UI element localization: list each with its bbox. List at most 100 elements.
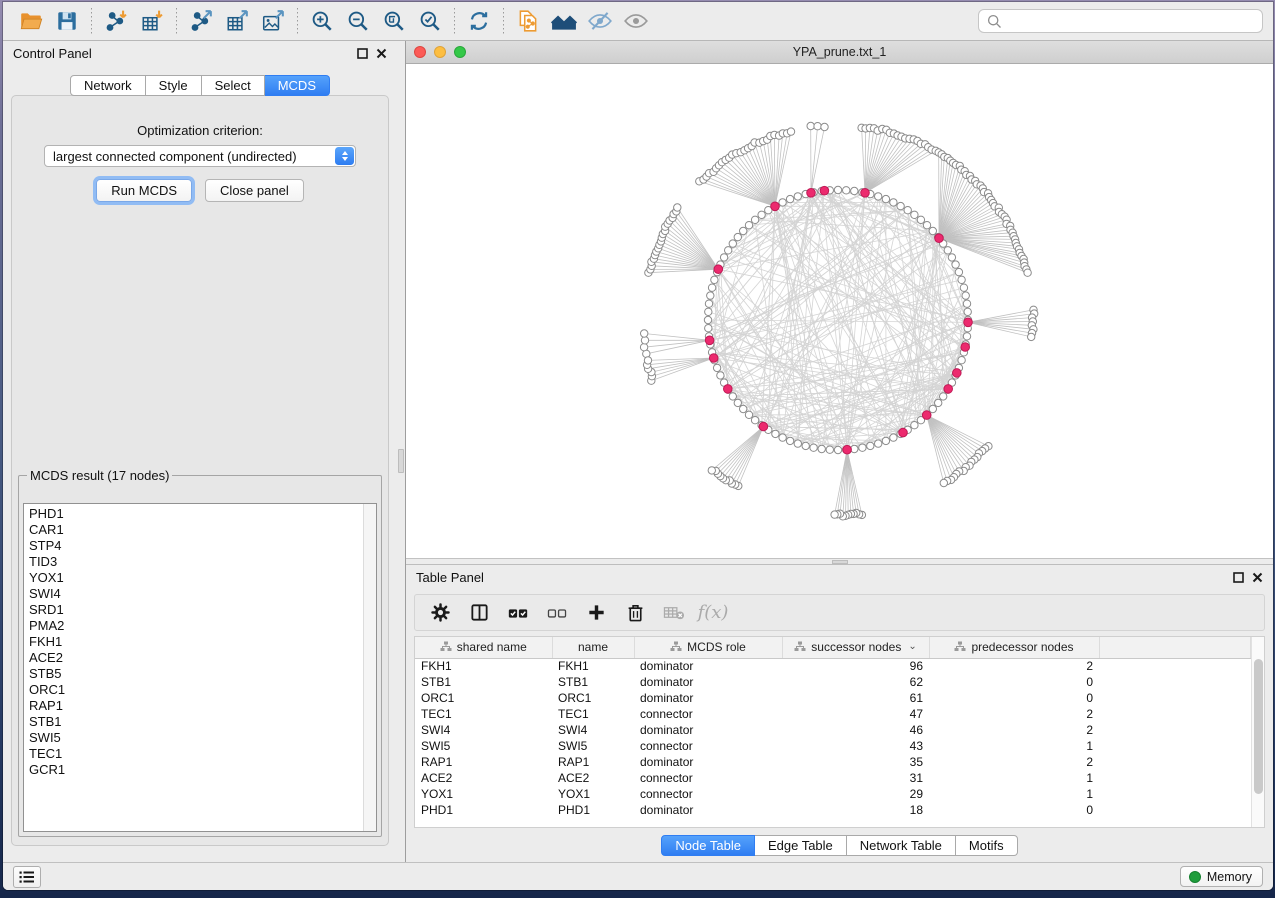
table-cell[interactable]: SWI4: [552, 722, 634, 738]
table-cell[interactable]: dominator: [634, 658, 782, 674]
table-cell[interactable]: 1: [929, 770, 1099, 786]
tab-edge-table[interactable]: Edge Table: [755, 835, 847, 856]
table-cell[interactable]: 35: [782, 754, 929, 770]
mcds-result-item[interactable]: PMA2: [29, 618, 363, 634]
column-header-name[interactable]: name: [552, 637, 634, 658]
table-scrollbar-thumb[interactable]: [1254, 659, 1263, 794]
export-image-button[interactable]: [255, 5, 291, 37]
search-input[interactable]: [1002, 14, 1254, 28]
column-header-shared-name[interactable]: shared name: [415, 637, 552, 658]
tab-mcds[interactable]: MCDS: [265, 75, 330, 96]
table-cell[interactable]: ORC1: [552, 690, 634, 706]
table-cell[interactable]: ORC1: [415, 690, 552, 706]
table-cell[interactable]: 62: [782, 674, 929, 690]
float-panel-icon[interactable]: [1233, 572, 1244, 583]
tab-network[interactable]: Network: [70, 75, 146, 96]
table-scrollbar[interactable]: [1251, 637, 1264, 827]
table-cell[interactable]: 1: [929, 738, 1099, 754]
apply-layout-button[interactable]: [461, 5, 497, 37]
table-cell[interactable]: 1: [929, 786, 1099, 802]
table-cell[interactable]: ACE2: [415, 770, 552, 786]
export-table-button[interactable]: [219, 5, 255, 37]
table-cell[interactable]: 29: [782, 786, 929, 802]
table-cell[interactable]: dominator: [634, 722, 782, 738]
mcds-result-item[interactable]: STB1: [29, 714, 363, 730]
table-row[interactable]: RAP1RAP1dominator352: [415, 754, 1251, 770]
network-canvas[interactable]: [406, 64, 1273, 558]
splitter-grip[interactable]: [832, 560, 848, 564]
table-cell[interactable]: 61: [782, 690, 929, 706]
close-panel-icon[interactable]: [376, 48, 387, 59]
table-cell[interactable]: 0: [929, 802, 1099, 818]
table-cell[interactable]: FKH1: [552, 658, 634, 674]
table-cell[interactable]: dominator: [634, 690, 782, 706]
optimization-criterion-dropdown[interactable]: largest connected component (undirected): [44, 145, 356, 167]
table-row[interactable]: TEC1TEC1connector472: [415, 706, 1251, 722]
new-network-from-selection-button[interactable]: [510, 5, 546, 37]
tab-motifs[interactable]: Motifs: [956, 835, 1018, 856]
table-cell[interactable]: 47: [782, 706, 929, 722]
table-cell[interactable]: TEC1: [415, 706, 552, 722]
table-row[interactable]: FKH1FKH1dominator962: [415, 658, 1251, 674]
task-history-button[interactable]: [13, 866, 41, 888]
mcds-result-item[interactable]: TID3: [29, 554, 363, 570]
table-cell[interactable]: dominator: [634, 802, 782, 818]
mcds-result-item[interactable]: SRD1: [29, 602, 363, 618]
table-row[interactable]: ORC1ORC1dominator610: [415, 690, 1251, 706]
table-settings-button[interactable]: [425, 598, 455, 628]
mcds-result-item[interactable]: YOX1: [29, 570, 363, 586]
close-panel-button[interactable]: Close panel: [205, 179, 304, 202]
table-cell[interactable]: SWI4: [415, 722, 552, 738]
mcds-result-item[interactable]: RAP1: [29, 698, 363, 714]
float-panel-icon[interactable]: [357, 48, 368, 59]
table-cell[interactable]: connector: [634, 706, 782, 722]
mcds-result-item[interactable]: PHD1: [29, 506, 363, 522]
tab-style[interactable]: Style: [146, 75, 202, 96]
table-cell[interactable]: connector: [634, 738, 782, 754]
table-row[interactable]: SWI4SWI4dominator462: [415, 722, 1251, 738]
delete-column-button[interactable]: [620, 598, 650, 628]
horizontal-splitter[interactable]: [406, 558, 1273, 565]
mcds-result-item[interactable]: STP4: [29, 538, 363, 554]
table-cell[interactable]: connector: [634, 786, 782, 802]
split-panel-button[interactable]: [464, 598, 494, 628]
export-network-button[interactable]: [183, 5, 219, 37]
delete-table-button[interactable]: [659, 598, 689, 628]
table-cell[interactable]: 2: [929, 722, 1099, 738]
table-cell[interactable]: SWI5: [552, 738, 634, 754]
table-cell[interactable]: YOX1: [415, 786, 552, 802]
mcds-result-item[interactable]: SWI5: [29, 730, 363, 746]
table-cell[interactable]: 2: [929, 754, 1099, 770]
close-panel-icon[interactable]: [1252, 572, 1263, 583]
table-row[interactable]: ACE2ACE2connector311: [415, 770, 1251, 786]
table-cell[interactable]: 2: [929, 658, 1099, 674]
add-column-button[interactable]: [581, 598, 611, 628]
show-all-button[interactable]: [618, 5, 654, 37]
zoom-selected-button[interactable]: [412, 5, 448, 37]
zoom-in-button[interactable]: [304, 5, 340, 37]
table-cell[interactable]: connector: [634, 770, 782, 786]
table-cell[interactable]: RAP1: [552, 754, 634, 770]
table-cell[interactable]: PHD1: [552, 802, 634, 818]
first-neighbors-button[interactable]: [546, 5, 582, 37]
import-network-button[interactable]: [98, 5, 134, 37]
network-graph[interactable]: [406, 64, 1273, 558]
table-row[interactable]: PHD1PHD1dominator180: [415, 802, 1251, 818]
vertical-splitter[interactable]: [397, 41, 406, 862]
table-cell[interactable]: 18: [782, 802, 929, 818]
table-cell[interactable]: TEC1: [552, 706, 634, 722]
select-all-columns-button[interactable]: [503, 598, 533, 628]
table-cell[interactable]: RAP1: [415, 754, 552, 770]
table-cell[interactable]: 46: [782, 722, 929, 738]
table-cell[interactable]: PHD1: [415, 802, 552, 818]
table-row[interactable]: SWI5SWI5connector431: [415, 738, 1251, 754]
run-mcds-button[interactable]: Run MCDS: [96, 179, 192, 202]
hide-selected-button[interactable]: [582, 5, 618, 37]
table-cell[interactable]: dominator: [634, 754, 782, 770]
table-cell[interactable]: SWI5: [415, 738, 552, 754]
table-cell[interactable]: FKH1: [415, 658, 552, 674]
table-cell[interactable]: 2: [929, 706, 1099, 722]
deselect-all-columns-button[interactable]: [542, 598, 572, 628]
table-cell[interactable]: YOX1: [552, 786, 634, 802]
search-box[interactable]: [978, 9, 1263, 33]
